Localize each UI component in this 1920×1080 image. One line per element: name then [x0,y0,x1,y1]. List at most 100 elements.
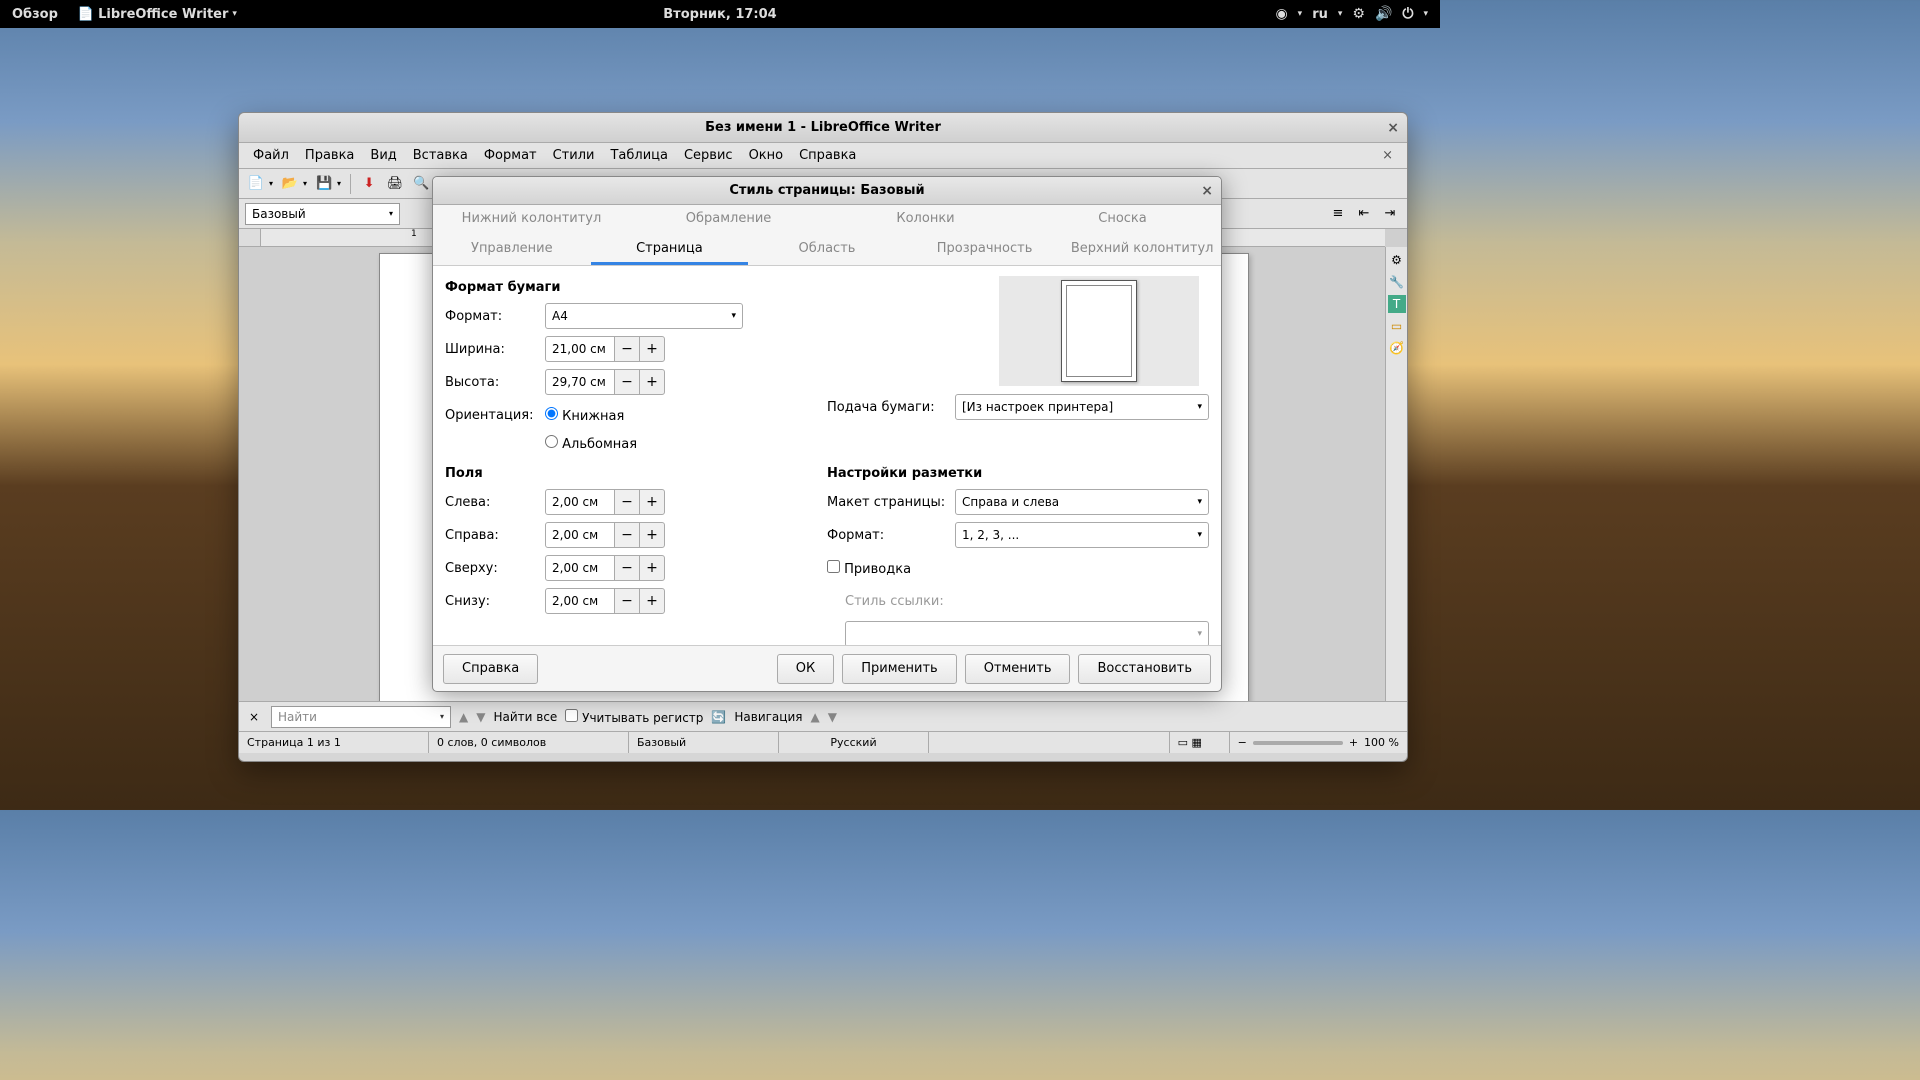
margin-right-increment[interactable]: + [639,522,665,548]
margin-left-increment[interactable]: + [639,489,665,515]
paragraph-style-combo[interactable]: Базовый ▾ [245,203,400,225]
register-true-checkbox[interactable]: Приводка [827,560,911,577]
navigate-by-icon[interactable]: 🔄 [711,710,726,724]
status-language[interactable]: Русский [779,732,929,753]
nav-next-button[interactable]: ▼ [828,710,837,724]
width-input[interactable] [545,336,615,362]
menu-help[interactable]: Справка [791,148,864,163]
margin-bottom-input[interactable] [545,588,615,614]
find-all-button[interactable]: Найти все [493,710,557,724]
width-decrement[interactable]: − [614,336,640,362]
menu-tools[interactable]: Сервис [676,148,741,163]
number-format-select[interactable]: 1, 2, 3, ... ▾ [955,522,1209,548]
zoom-in-icon[interactable]: + [1349,736,1358,749]
power-icon[interactable]: ⏻ [1402,6,1413,22]
paper-tray-select[interactable]: [Из настроек принтера] ▾ [955,394,1209,420]
window-close-button[interactable]: × [1387,120,1399,136]
menu-styles[interactable]: Стили [545,148,603,163]
dialog-titlebar[interactable]: Стиль страницы: Базовый × [433,177,1221,205]
find-next-button[interactable]: ▼ [476,710,485,724]
new-icon[interactable]: 📄 [245,173,267,195]
ok-button[interactable]: ОК [777,654,834,684]
close-document-button[interactable]: × [1374,148,1401,163]
indent-decrease-icon[interactable]: ⇤ [1353,203,1375,225]
tab-footer[interactable]: Нижний колонтитул [433,205,630,235]
save-icon[interactable]: 💾 [313,173,335,195]
menu-format[interactable]: Формат [476,148,545,163]
status-page[interactable]: Страница 1 из 1 [239,732,429,753]
sidebar-gallery-icon[interactable]: ▭ [1388,317,1406,335]
orientation-portrait-radio[interactable]: Книжная [545,407,624,424]
tab-area[interactable]: Область [748,235,906,265]
tab-header[interactable]: Верхний колонтитул [1063,235,1221,265]
menu-file[interactable]: Файл [245,148,297,163]
margin-bottom-increment[interactable]: + [639,588,665,614]
orientation-landscape-radio[interactable]: Альбомная [545,435,637,452]
clock[interactable]: Вторник, 17:04 [663,7,776,22]
keyboard-layout-indicator[interactable]: ru [1312,7,1328,22]
nav-prev-button[interactable]: ▲ [810,710,819,724]
accessibility-icon[interactable]: ◉ [1275,6,1287,22]
margin-bottom-decrement[interactable]: − [614,588,640,614]
height-input[interactable] [545,369,615,395]
sidebar-properties-icon[interactable]: 🔧 [1388,273,1406,291]
tab-borders[interactable]: Обрамление [630,205,827,235]
match-case-checkbox[interactable]: Учитывать регистр [565,709,703,725]
tab-footnote[interactable]: Сноска [1024,205,1221,235]
tab-organizer[interactable]: Управление [433,235,591,265]
margin-left-decrement[interactable]: − [614,489,640,515]
margin-left-input[interactable] [545,489,615,515]
status-mode[interactable] [929,732,1170,753]
reset-button[interactable]: Восстановить [1078,654,1211,684]
volume-icon[interactable]: 🔊 [1375,6,1392,22]
tab-columns[interactable]: Колонки [827,205,1024,235]
margin-top-increment[interactable]: + [639,555,665,581]
app-menu[interactable]: 📄 LibreOffice Writer ▾ [70,7,245,22]
menu-insert[interactable]: Вставка [405,148,476,163]
status-words[interactable]: 0 слов, 0 символов [429,732,629,753]
zoom-slider[interactable] [1253,741,1343,745]
network-icon[interactable]: ⚙ [1352,6,1365,22]
tab-transparency[interactable]: Прозрачность [906,235,1064,265]
list-bullet-icon[interactable]: ≡ [1327,203,1349,225]
status-style[interactable]: Базовый [629,732,779,753]
margin-top-input[interactable] [545,555,615,581]
margin-right-decrement[interactable]: − [614,522,640,548]
width-increment[interactable]: + [639,336,665,362]
margin-right-input[interactable] [545,522,615,548]
status-view-icons[interactable]: ▭ ▦ [1170,732,1230,753]
cancel-button[interactable]: Отменить [965,654,1071,684]
print-icon[interactable]: 🖨 [384,173,406,195]
chevron-down-icon[interactable]: ▾ [335,179,343,188]
zoom-control[interactable]: − + 100 % [1230,736,1407,749]
paper-format-select[interactable]: A4 ▾ [545,303,743,329]
height-increment[interactable]: + [639,369,665,395]
find-input[interactable]: Найти ▾ [271,706,451,728]
menu-edit[interactable]: Правка [297,148,362,163]
page-layout-select[interactable]: Справа и слева ▾ [955,489,1209,515]
dialog-close-button[interactable]: × [1201,183,1213,199]
menu-window[interactable]: Окно [741,148,792,163]
zoom-value[interactable]: 100 % [1364,736,1399,749]
margin-top-decrement[interactable]: − [614,555,640,581]
sidebar-navigator-icon[interactable]: 🧭 [1388,339,1406,357]
export-pdf-icon[interactable]: ⬇ [358,173,380,195]
apply-button[interactable]: Применить [842,654,956,684]
menu-table[interactable]: Таблица [602,148,676,163]
indent-increase-icon[interactable]: ⇥ [1379,203,1401,225]
tab-page[interactable]: Страница [591,235,749,265]
writer-titlebar[interactable]: Без имени 1 - LibreOffice Writer × [239,113,1407,143]
chevron-down-icon[interactable]: ▾ [267,179,275,188]
print-preview-icon[interactable]: 🔍 [410,173,432,195]
help-button[interactable]: Справка [443,654,538,684]
zoom-out-icon[interactable]: − [1238,736,1247,749]
menu-view[interactable]: Вид [362,148,404,163]
sidebar-styles-icon[interactable]: T [1388,295,1406,313]
chevron-down-icon[interactable]: ▾ [301,179,309,188]
sidebar-settings-icon[interactable]: ⚙ [1388,251,1406,269]
close-findbar-button[interactable]: × [245,710,263,724]
activities-button[interactable]: Обзор [0,7,70,22]
open-icon[interactable]: 📂 [279,173,301,195]
find-prev-button[interactable]: ▲ [459,710,468,724]
height-decrement[interactable]: − [614,369,640,395]
